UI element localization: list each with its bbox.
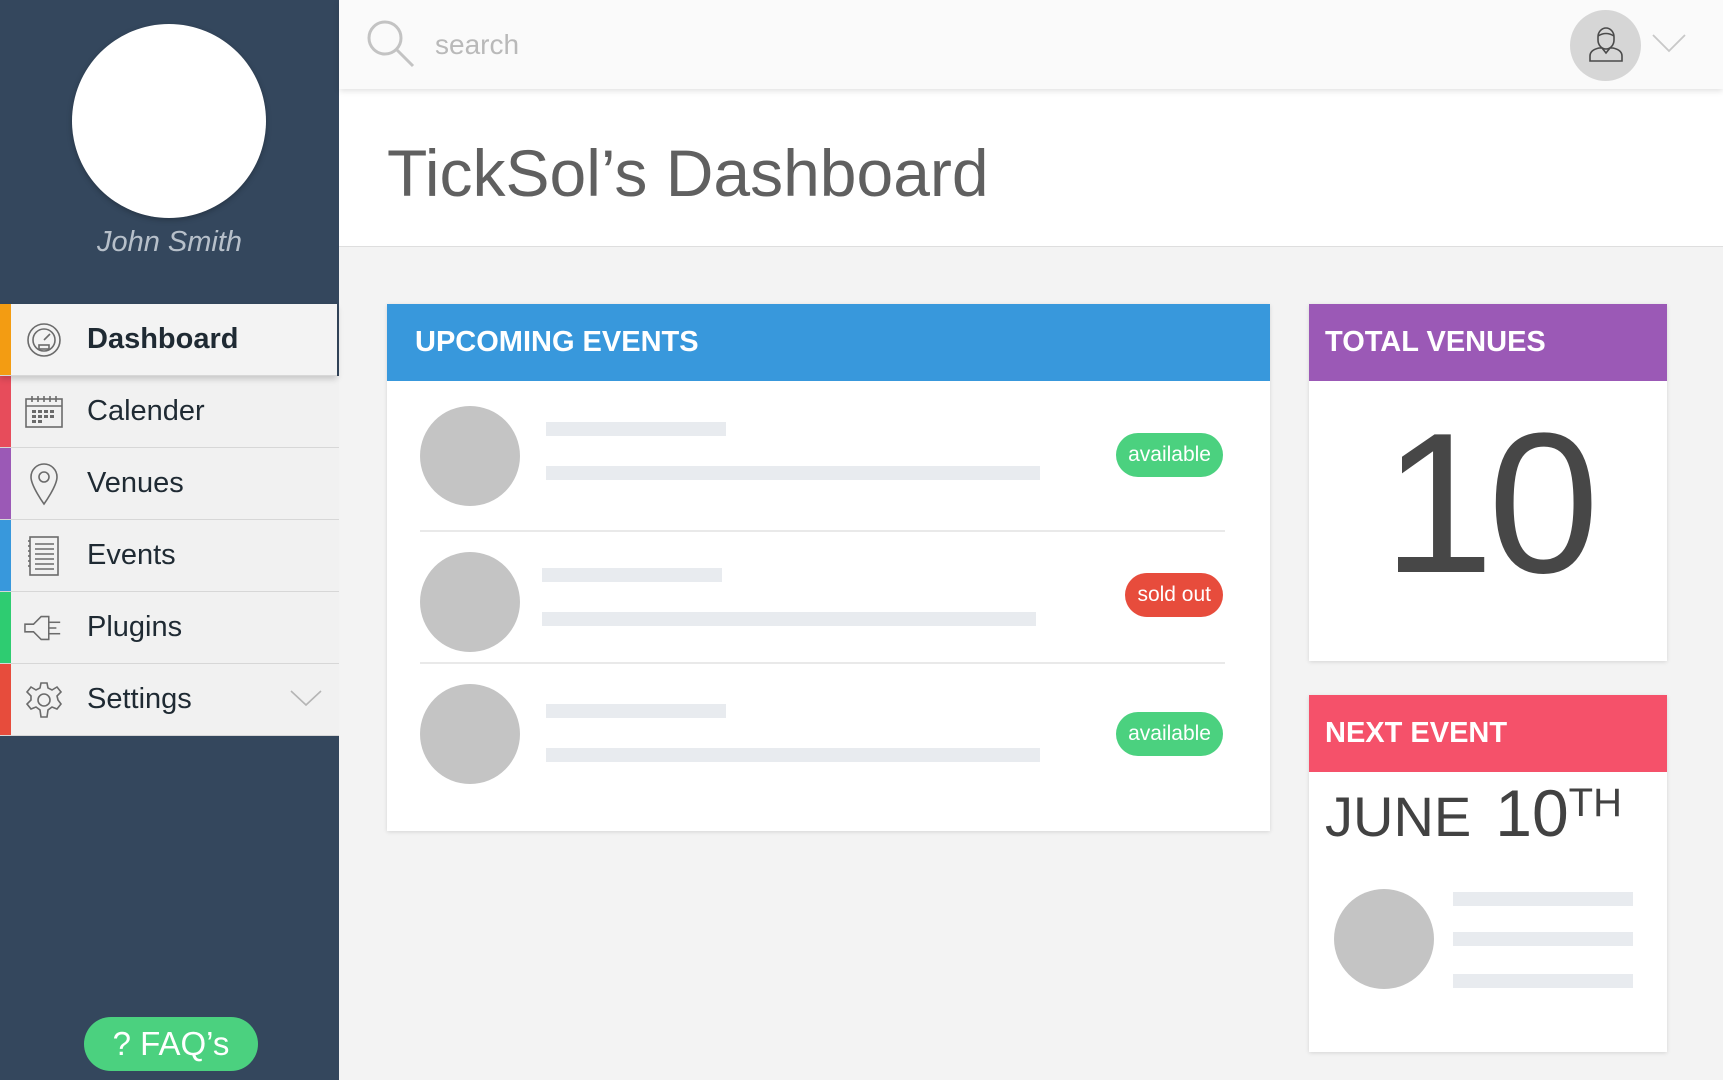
event-thumbnail [420,684,520,784]
placeholder-line [542,568,722,582]
chevron-down-icon[interactable] [289,688,323,713]
faq-button[interactable]: ? FAQ’s [84,1017,258,1071]
next-event-title: NEXT EVENT [1309,695,1667,772]
divider [420,530,1225,532]
total-venues-value: 10 [1382,392,1599,615]
sidebar-item-plugins[interactable]: Plugins [0,592,339,664]
sidebar-item-label: Calender [87,395,205,427]
next-event-month: JUNE [1325,785,1472,848]
sidebar-nav: Dashboard Calender Venues Events Plugins… [0,304,339,736]
dashboard-gauge-icon [24,320,64,360]
placeholder-line [546,704,726,718]
sidebar: John Smith Dashboard Calender Venues Eve… [0,0,339,1080]
upcoming-events-title: UPCOMING EVENTS [387,304,1270,381]
next-event-day: 10 [1495,776,1569,850]
placeholder-line [546,466,1040,480]
event-list-item[interactable]: available [420,684,1223,812]
page-header: TickSol’s Dashboard [339,89,1723,247]
upcoming-events-card: UPCOMING EVENTS available sold out avail… [387,304,1270,831]
top-bar [339,0,1723,89]
sidebar-item-settings[interactable]: Settings [0,664,339,736]
placeholder-line [542,612,1036,626]
nav-accent-stripe [0,592,11,663]
event-list-item[interactable]: sold out [420,548,1223,676]
total-venues-card: TOTAL VENUES 10 [1309,304,1667,661]
sidebar-item-calender[interactable]: Calender [0,376,339,448]
calendar-icon [24,392,64,432]
sidebar-item-label: Venues [87,467,184,499]
placeholder-line [1453,892,1633,906]
status-badge: available [1116,433,1223,477]
next-event-date: JUNE 10TH [1325,775,1622,851]
total-venues-title: TOTAL VENUES [1309,304,1667,381]
status-badge: sold out [1125,573,1223,617]
event-thumbnail [420,406,520,506]
sidebar-item-label: Settings [87,683,192,715]
event-list-item[interactable]: available [420,402,1223,530]
plug-icon [24,608,64,648]
divider [420,662,1225,664]
user-menu-avatar[interactable] [1570,10,1641,81]
placeholder-line [1453,974,1633,988]
notepad-icon [24,536,64,576]
placeholder-line [546,748,1040,762]
event-thumbnail [420,552,520,652]
page-title: TickSol’s Dashboard [387,136,989,210]
nav-accent-stripe [0,376,11,447]
status-badge: available [1116,712,1223,756]
nav-accent-stripe [0,304,11,375]
placeholder-line [546,422,726,436]
sidebar-item-label: Events [87,539,176,571]
sidebar-item-label: Plugins [87,611,183,643]
sidebar-item-venues[interactable]: Venues [0,448,339,520]
next-event-thumbnail [1334,889,1434,989]
sidebar-item-dashboard[interactable]: Dashboard [0,304,337,376]
user-avatar-icon [1586,23,1626,68]
profile-avatar[interactable] [72,24,266,218]
nav-accent-stripe [0,664,11,735]
placeholder-line [1453,932,1633,946]
chevron-down-icon[interactable] [1651,32,1687,59]
gear-icon [24,680,64,720]
user-name: John Smith [96,226,243,258]
sidebar-item-events[interactable]: Events [0,520,339,592]
next-event-day-suffix: TH [1568,781,1622,825]
location-pin-icon [24,463,64,506]
search-input[interactable] [435,22,1035,68]
search-icon[interactable] [365,18,417,75]
sidebar-item-label: Dashboard [87,323,239,355]
nav-accent-stripe [0,448,11,519]
nav-accent-stripe [0,520,11,591]
next-event-card: NEXT EVENT JUNE 10TH [1309,695,1667,1052]
